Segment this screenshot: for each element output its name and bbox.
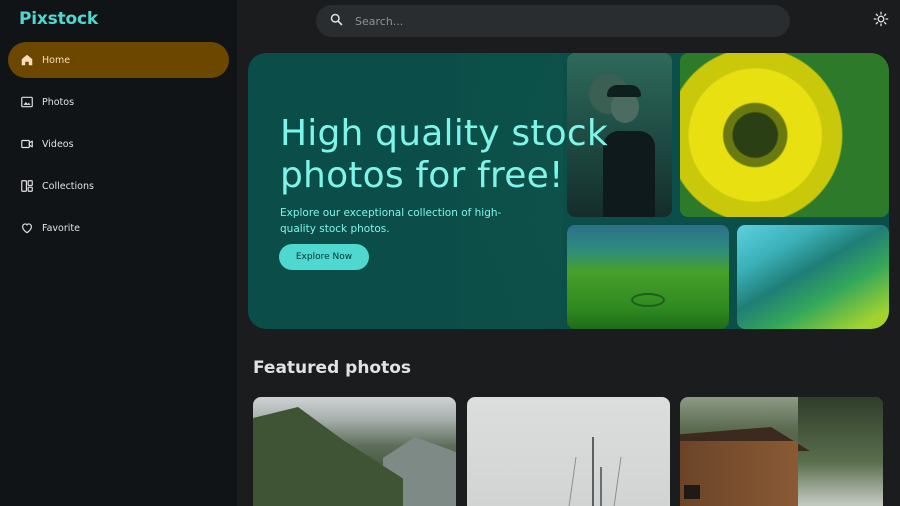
hero-photo-ridge xyxy=(737,225,889,329)
home-icon xyxy=(20,53,34,67)
explore-now-button[interactable]: Explore Now xyxy=(279,244,369,270)
hero-photo-sunflower xyxy=(680,53,889,217)
hero-subtitle: Explore our exceptional collection of hi… xyxy=(280,207,502,235)
featured-photo-card[interactable] xyxy=(467,397,670,506)
sidebar-item-collections[interactable]: Collections xyxy=(8,168,229,204)
sidebar-item-label: Photos xyxy=(42,96,75,108)
sidebar-item-photos[interactable]: Photos xyxy=(8,84,229,120)
sidebar: Pixstock Home Photos Videos Collections xyxy=(0,0,237,506)
image-icon xyxy=(20,95,34,109)
video-icon xyxy=(20,137,34,151)
sidebar-item-home[interactable]: Home xyxy=(8,42,229,78)
heart-icon xyxy=(20,221,34,235)
brand-logo[interactable]: Pixstock xyxy=(19,9,98,29)
featured-photo-card[interactable] xyxy=(253,397,456,506)
sidebar-item-label: Videos xyxy=(42,138,74,150)
sidebar-nav: Home Photos Videos Collections Favorite xyxy=(8,42,229,252)
sidebar-item-label: Collections xyxy=(42,180,94,192)
section-title-featured: Featured photos xyxy=(253,358,412,378)
search-bar[interactable] xyxy=(316,5,790,37)
hero-photo-valley xyxy=(567,225,729,329)
search-input[interactable] xyxy=(355,14,775,28)
search-icon[interactable] xyxy=(329,12,344,31)
featured-photo-card[interactable] xyxy=(680,397,883,506)
sidebar-item-videos[interactable]: Videos xyxy=(8,126,229,162)
hero-banner: High quality stock photos for free! Expl… xyxy=(248,53,889,329)
sidebar-item-favorite[interactable]: Favorite xyxy=(8,210,229,246)
sidebar-item-label: Home xyxy=(42,54,71,66)
sidebar-item-label: Favorite xyxy=(42,222,80,234)
theme-toggle-button[interactable] xyxy=(873,11,889,31)
sun-icon xyxy=(873,11,889,31)
hero-title: High quality stock photos for free! xyxy=(280,113,608,196)
collections-icon xyxy=(20,179,34,193)
